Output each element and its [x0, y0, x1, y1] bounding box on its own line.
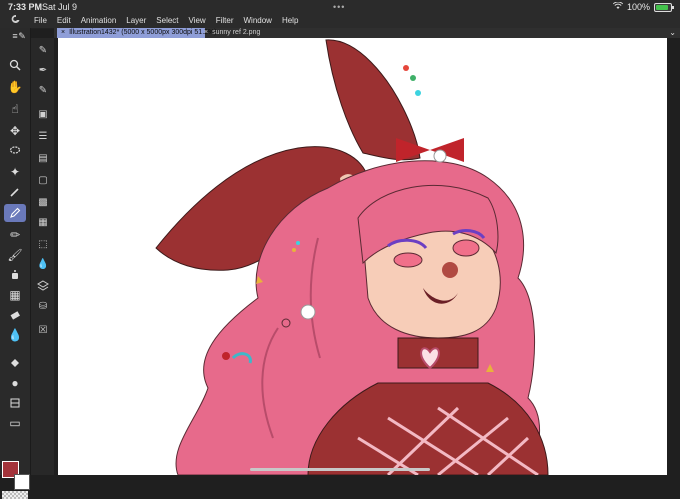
- rotate-icon[interactable]: ☝: [4, 100, 26, 118]
- multitasking-dots-icon[interactable]: •••: [333, 0, 345, 14]
- layer-search-icon[interactable]: ⛁: [34, 298, 52, 314]
- artwork-illustration: [155, 39, 549, 475]
- ios-status-bar: 7:33 PM Sat Jul 9 ••• 100%: [0, 0, 680, 14]
- eyedropper-icon[interactable]: [4, 183, 26, 201]
- gradient-icon[interactable]: ●: [4, 374, 26, 392]
- layer-panel-icon[interactable]: ▤: [34, 150, 52, 166]
- tab-illustration[interactable]: × Illustration1432* (5000 x 5000px 300dpi…: [57, 28, 217, 38]
- clip-studio-logo-icon[interactable]: [8, 14, 24, 28]
- home-indicator[interactable]: [250, 468, 430, 471]
- menu-select[interactable]: Select: [156, 14, 178, 28]
- pencil-icon[interactable]: ✏: [4, 226, 26, 244]
- close-icon[interactable]: ×: [204, 29, 208, 36]
- pen-mini-icon[interactable]: ✎: [16, 30, 28, 42]
- layer-list-icon[interactable]: ☰: [34, 128, 52, 144]
- layer-stack-icon[interactable]: [34, 278, 52, 294]
- move-icon[interactable]: ✥: [4, 122, 26, 140]
- navigator-icon[interactable]: ▢: [34, 172, 52, 188]
- sub-tool-palette: ✎ ✒ ✎ ▣ ☰ ▤ ▢ ▩ ▦ ⬚ 💧 ⛁ ☒: [31, 38, 54, 475]
- eraser-icon[interactable]: [4, 306, 26, 324]
- material-icon[interactable]: ▦: [34, 214, 52, 230]
- battery-percentage: 100%: [626, 2, 650, 12]
- status-time: 7:33 PM: [8, 2, 43, 12]
- pen-icon[interactable]: [4, 204, 26, 222]
- lasso-icon[interactable]: [4, 142, 26, 160]
- sub-color-swatch[interactable]: [14, 474, 30, 490]
- status-date: Sat Jul 9: [42, 2, 78, 12]
- chevron-down-icon[interactable]: ⌄: [669, 28, 676, 38]
- blend-icon[interactable]: 💧: [4, 326, 26, 344]
- frame-icon[interactable]: ▭: [4, 414, 26, 432]
- pen-subtool-icon[interactable]: ✎: [34, 42, 52, 58]
- drawing-canvas[interactable]: [58, 38, 667, 475]
- close-panel-icon[interactable]: ☒: [34, 322, 52, 338]
- airbrush-icon[interactable]: [4, 266, 26, 284]
- tab-label: Illustration1432* (5000 x 5000px 300dpi …: [69, 29, 217, 36]
- menu-window[interactable]: Window: [244, 14, 272, 28]
- wifi-icon: [612, 0, 624, 14]
- tool-palette: ≡ ✎ ✋ ☝ ✥ ✦ ✏ 🖌 ▦ 💧 ● ▭: [0, 28, 31, 499]
- color-set-icon[interactable]: ▩: [34, 194, 52, 210]
- menu-file[interactable]: File: [34, 14, 47, 28]
- color-history-icon[interactable]: ⬚: [34, 236, 52, 252]
- tab-reference[interactable]: × sunny ref 2.png: [200, 28, 294, 38]
- tab-label: sunny ref 2.png: [212, 29, 261, 36]
- menu-view[interactable]: View: [189, 14, 206, 28]
- magic-wand-icon[interactable]: ✦: [4, 163, 26, 181]
- menu-layer[interactable]: Layer: [126, 14, 146, 28]
- close-icon[interactable]: ×: [61, 29, 65, 36]
- menu-help[interactable]: Help: [282, 14, 298, 28]
- pen-subtool-icon[interactable]: ✒: [34, 62, 52, 78]
- brush-icon[interactable]: 🖌: [4, 246, 26, 264]
- transparent-color-swatch[interactable]: [2, 491, 28, 499]
- menu-filter[interactable]: Filter: [216, 14, 234, 28]
- hand-icon[interactable]: ✋: [4, 78, 26, 96]
- pen-subtool-icon[interactable]: ✎: [34, 82, 52, 98]
- menu-animation[interactable]: Animation: [81, 14, 117, 28]
- fill-icon[interactable]: [4, 354, 26, 372]
- battery-charging-icon: [654, 2, 674, 12]
- color-slider-icon[interactable]: 💧: [34, 256, 52, 272]
- app-menu-bar: File Edit Animation Layer Select View Fi…: [0, 14, 680, 29]
- menu-edit[interactable]: Edit: [57, 14, 71, 28]
- zoom-icon[interactable]: [4, 56, 26, 74]
- layer-property-icon[interactable]: ▣: [34, 106, 52, 122]
- figure-icon[interactable]: [4, 394, 26, 412]
- decoration-icon[interactable]: ▦: [4, 286, 26, 304]
- document-tab-bar: × Illustration1432* (5000 x 5000px 300dpi…: [54, 28, 680, 38]
